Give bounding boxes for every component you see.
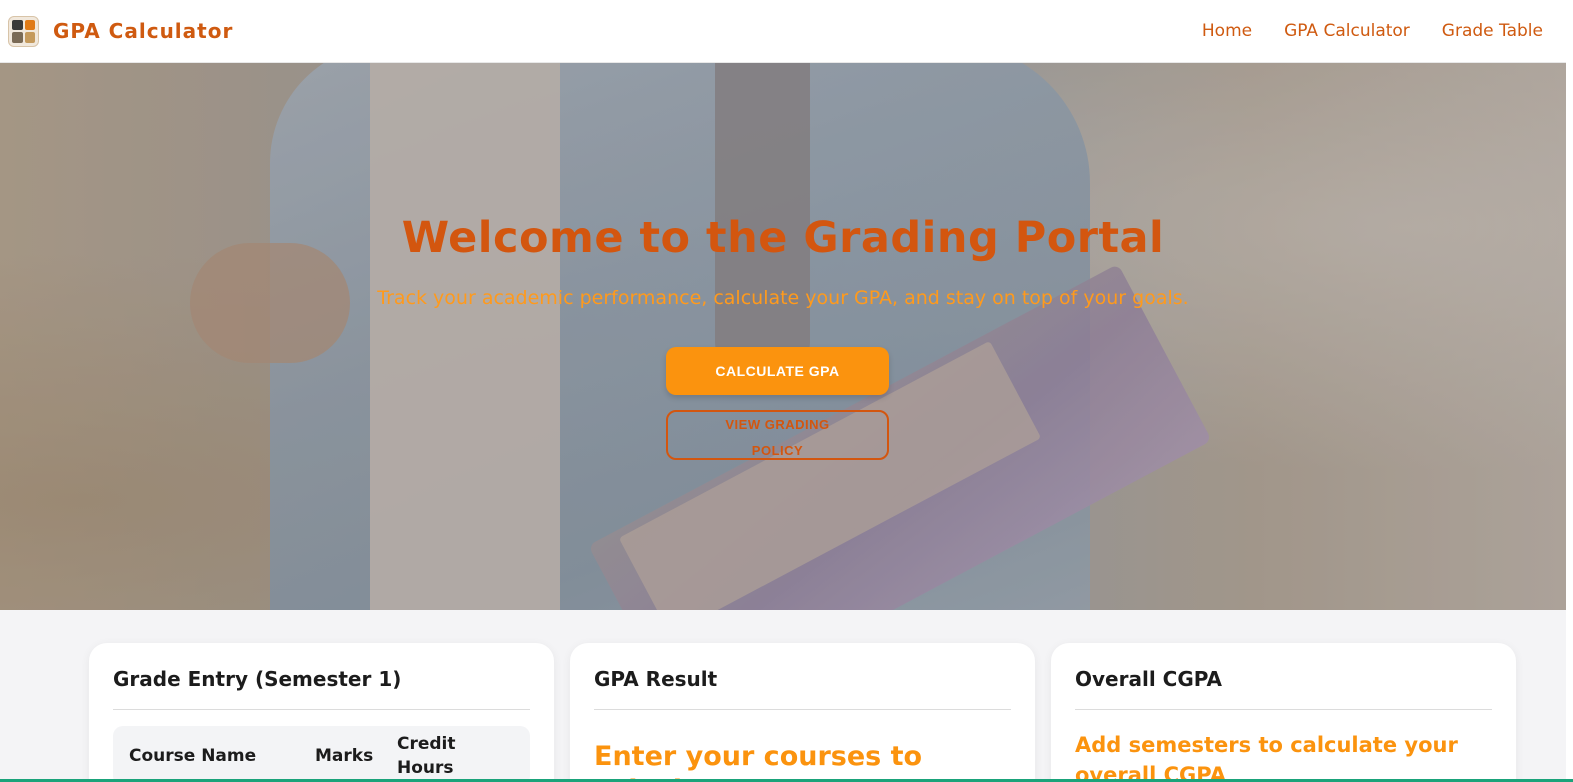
nav-link-gpa-calculator[interactable]: GPA Calculator xyxy=(1284,21,1410,41)
overall-cgpa-message: Add semesters to calculate your overall … xyxy=(1075,733,1458,782)
brand[interactable]: GPA Calculator xyxy=(8,15,234,47)
hero-subtitle: Track your academic performance, calcula… xyxy=(377,287,1189,309)
window-edge xyxy=(1566,0,1573,782)
hero-title: Welcome to the Grading Portal xyxy=(401,213,1165,263)
nav-link-home[interactable]: Home xyxy=(1202,21,1252,41)
view-grading-policy-button[interactable]: VIEW GRADING POLICY xyxy=(666,410,889,460)
nav-link-grade-table[interactable]: Grade Table xyxy=(1442,21,1543,41)
hero-section: Welcome to the Grading Portal Track your… xyxy=(0,63,1566,610)
grade-entry-card: Grade Entry (Semester 1) Course Name Mar… xyxy=(89,643,554,782)
calculator-logo-icon xyxy=(8,15,39,47)
gpa-result-message: Enter your courses to calculate xyxy=(594,741,923,782)
column-header-course-name: Course Name xyxy=(129,746,257,766)
gpa-result-title: GPA Result xyxy=(594,667,1011,710)
hero-content: Welcome to the Grading Portal Track your… xyxy=(0,63,1566,610)
calculate-gpa-button[interactable]: CALCULATE GPA xyxy=(666,347,889,395)
column-header-marks: Marks xyxy=(315,746,374,766)
brand-name: GPA Calculator xyxy=(53,19,234,43)
grade-entry-title: Grade Entry (Semester 1) xyxy=(113,667,530,710)
gpa-result-card: GPA Result Enter your courses to calcula… xyxy=(570,643,1035,782)
nav-links: Home GPA Calculator Grade Table xyxy=(1202,21,1543,41)
grade-table-header: Course Name Marks Credit Hours xyxy=(113,726,530,782)
navbar: GPA Calculator Home GPA Calculator Grade… xyxy=(0,0,1566,63)
overall-cgpa-card: Overall CGPA Add semesters to calculate … xyxy=(1051,643,1516,782)
overall-cgpa-title: Overall CGPA xyxy=(1075,667,1492,710)
column-header-credit-hours: Credit Hours xyxy=(397,734,456,778)
